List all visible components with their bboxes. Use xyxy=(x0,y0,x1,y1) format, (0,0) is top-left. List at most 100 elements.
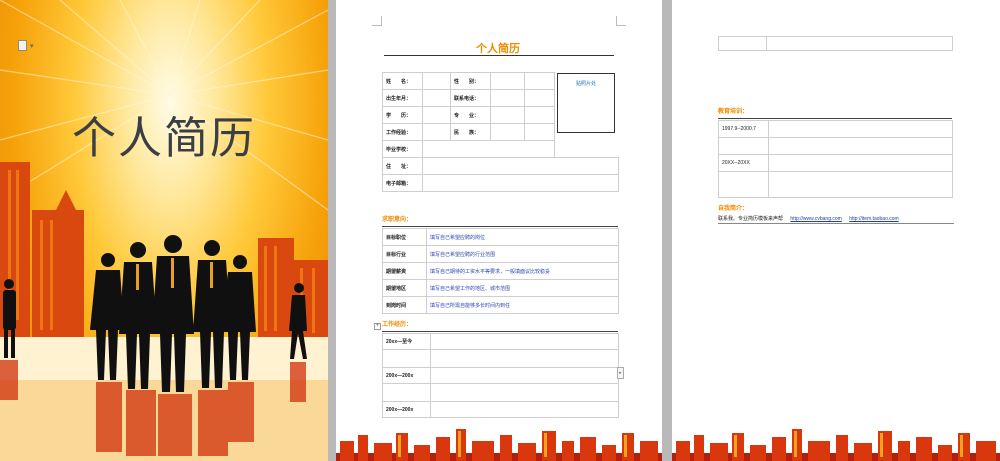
table-row: 学 历： 专 业： xyxy=(382,106,555,124)
table-row xyxy=(718,171,953,198)
work-period: 200x—200x xyxy=(382,367,431,384)
work-detail[interactable] xyxy=(430,367,619,384)
title-divider xyxy=(384,55,614,56)
cell-blank[interactable] xyxy=(524,89,555,107)
cell-blank[interactable] xyxy=(382,349,431,368)
basic-info-table: 姓 名： 性 别： 出生年月： 联系电话： 学 历： 专 业： 工作经验： 民 … xyxy=(382,72,555,158)
page-corner-mark xyxy=(616,16,626,26)
table-row: 工作经验： 民 族： xyxy=(382,123,555,141)
table-row: 20XX--20XX xyxy=(718,154,953,172)
cvbang-link[interactable]: http://www.cvbang.com xyxy=(790,216,841,222)
label-name: 姓 名： xyxy=(382,72,423,90)
table-row: 目标职位 填写自己希望应聘的岗位 xyxy=(382,228,619,246)
intent-label: 期望薪资 xyxy=(382,262,427,280)
chevron-down-icon[interactable]: ▾ xyxy=(30,42,34,50)
page-corner-mark xyxy=(372,16,382,26)
intent-value[interactable]: 填写自己希望应聘的行业范围 xyxy=(426,245,619,263)
input-ethnicity[interactable] xyxy=(490,123,525,141)
input-address[interactable] xyxy=(422,157,619,175)
intent-table: 目标职位 填写自己希望应聘的岗位 目标行业 填写自己希望应聘的行业范围 期望薪资… xyxy=(382,228,619,314)
intent-label: 目标行业 xyxy=(382,245,427,263)
intent-value[interactable]: 填写自己期待的工资水平等要求，一般填面议比较稳妥 xyxy=(426,262,619,280)
label-experience: 工作经验： xyxy=(382,123,423,141)
resume-title: 个人简历 xyxy=(476,43,520,55)
education-detail[interactable] xyxy=(768,154,953,172)
table-row: 毕业学校： xyxy=(382,140,555,158)
input-email[interactable] xyxy=(422,174,619,192)
cell-blank[interactable] xyxy=(524,123,555,141)
contact-text: 联系我。专业简历模板来声帮 xyxy=(718,216,784,222)
cell-blank[interactable] xyxy=(524,72,555,90)
cell-blank[interactable] xyxy=(718,171,769,198)
intent-label: 到岗时间 xyxy=(382,296,427,314)
cover-page: ▾ 个人简历 xyxy=(0,0,328,461)
section-heading-intent: 求职意向： xyxy=(382,217,413,223)
input-gender[interactable] xyxy=(490,72,525,90)
cell-blank[interactable] xyxy=(524,106,555,124)
section-heading-self-intro: 自我简介： xyxy=(718,206,749,212)
skyline-footer xyxy=(672,429,1000,461)
photo-label: 贴照片处 xyxy=(575,81,596,87)
table-row: 电子邮箱： xyxy=(382,174,619,192)
table-row: 期望地区 填写自己希望工作的地区、城市范围 xyxy=(382,279,619,297)
label-birth: 出生年月： xyxy=(382,89,423,107)
taobao-link[interactable]: http://item.taobao.com xyxy=(849,216,898,222)
table-row: 住 址： xyxy=(382,157,619,175)
input-name[interactable] xyxy=(422,72,451,90)
education-detail[interactable] xyxy=(768,120,953,138)
education-period: 20XX--20XX xyxy=(718,154,769,172)
label-education: 学 历： xyxy=(382,106,423,124)
input-school[interactable] xyxy=(422,140,555,158)
cell-blank[interactable] xyxy=(718,36,767,51)
education-detail[interactable] xyxy=(768,171,953,198)
input-major[interactable] xyxy=(490,106,525,124)
label-gender: 性 别： xyxy=(450,72,491,90)
contact-footer: 联系我。专业简历模板来声帮 http://www.cvbang.com http… xyxy=(718,215,954,224)
label-phone: 联系电话： xyxy=(450,89,491,107)
input-birth[interactable] xyxy=(422,89,451,107)
business-team-silhouette xyxy=(0,162,328,461)
cell-blank[interactable] xyxy=(766,36,953,51)
table-row: 200x—200x xyxy=(382,367,619,384)
work-detail[interactable] xyxy=(430,349,619,368)
table-row: 目标行业 填写自己希望应聘的行业范围 xyxy=(382,245,619,263)
document-icon[interactable] xyxy=(18,40,27,51)
work-detail[interactable] xyxy=(430,333,619,350)
table-row: 姓 名： 性 别： xyxy=(382,72,555,90)
photo-placeholder[interactable]: 贴照片处 xyxy=(557,73,615,133)
cell-blank[interactable] xyxy=(382,383,431,402)
table-move-icon[interactable]: + xyxy=(374,323,381,330)
table-row: 期望薪资 填写自己期待的工资水平等要求，一般填面议比较稳妥 xyxy=(382,262,619,280)
section-heading-work: 工作经历： xyxy=(382,322,413,328)
intent-value[interactable]: 填写自己希望工作的地区、城市范围 xyxy=(426,279,619,297)
work-period: 20xx—至今 xyxy=(382,333,431,350)
label-email: 电子邮箱： xyxy=(382,174,423,192)
section-divider xyxy=(382,226,618,227)
intent-value[interactable]: 填写自己希望应聘的岗位 xyxy=(426,228,619,246)
work-period: 200x—200x xyxy=(382,401,431,418)
input-phone[interactable] xyxy=(490,89,525,107)
input-experience[interactable] xyxy=(422,123,451,141)
table-row xyxy=(718,137,953,155)
table-row: 出生年月： 联系电话： xyxy=(382,89,555,107)
label-major: 专 业： xyxy=(450,106,491,124)
work-table: 20xx—至今 200x—200x 200x—200x xyxy=(382,333,619,418)
table-row xyxy=(382,383,619,402)
intent-label: 期望地区 xyxy=(382,279,427,297)
address-table: 住 址： 电子邮箱： xyxy=(382,157,619,192)
table-resize-handle[interactable]: ▸ xyxy=(617,367,624,379)
input-education[interactable] xyxy=(422,106,451,124)
table-row xyxy=(382,349,619,368)
section-heading-education: 教育培训： xyxy=(718,109,749,115)
intent-value[interactable]: 填写自己所需自能够多长时间内到任 xyxy=(426,296,619,314)
work-detail[interactable] xyxy=(430,401,619,418)
resume-page-1: 个人简历 姓 名： 性 别： 出生年月： 联系电话： 学 历： 专 业： 工作经… xyxy=(336,0,662,461)
table-row: 到岗时间 填写自己所需自能够多长时间内到任 xyxy=(382,296,619,314)
education-period: 1997.9--2000.7 xyxy=(718,120,769,138)
resume-page-2: 教育培训： 1997.9--2000.7 20XX--20XX 自我简介： 联系… xyxy=(672,0,1000,461)
label-school: 毕业学校： xyxy=(382,140,423,158)
education-detail[interactable] xyxy=(768,137,953,155)
work-detail[interactable] xyxy=(430,383,619,402)
cell-blank[interactable] xyxy=(718,137,769,155)
table-row: 200x—200x xyxy=(382,401,619,418)
